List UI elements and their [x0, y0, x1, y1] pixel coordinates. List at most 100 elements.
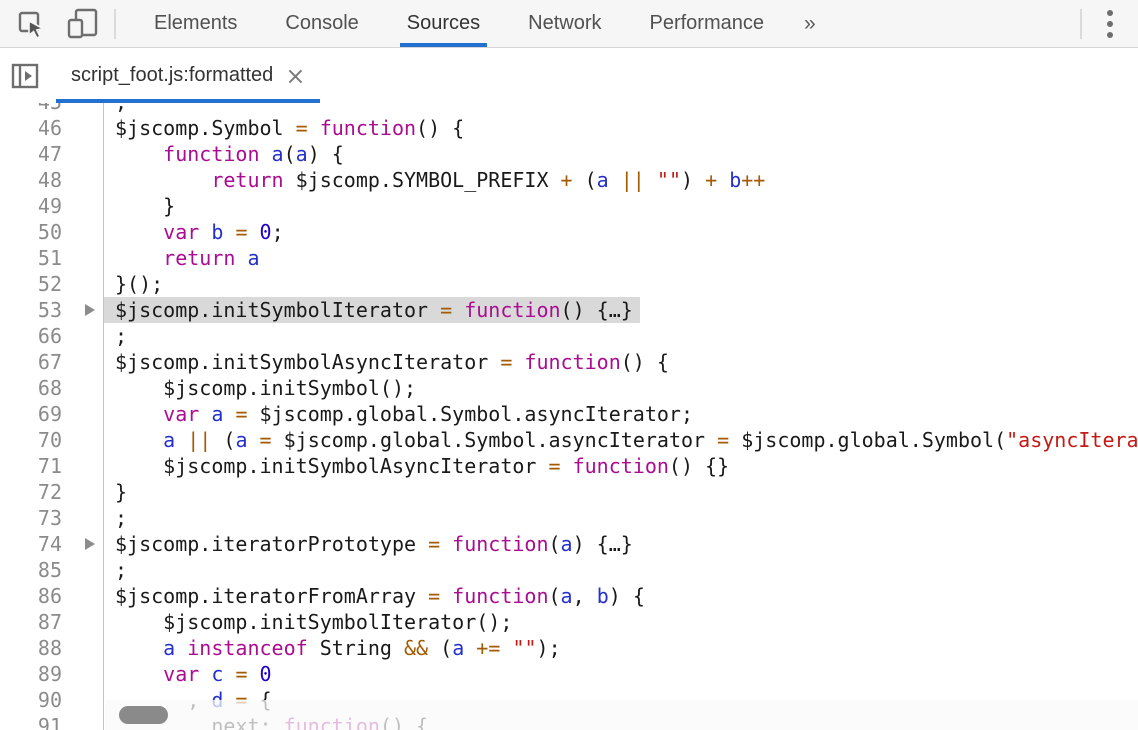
line-number[interactable]: 85	[0, 557, 62, 583]
code-text[interactable]: function a(a) {	[104, 141, 351, 167]
code-text[interactable]: return a	[104, 245, 267, 271]
customize-menu-button[interactable]	[1082, 0, 1138, 47]
line-number[interactable]: 51	[0, 245, 62, 271]
line-number[interactable]: 72	[0, 479, 62, 505]
fold-cell	[62, 349, 103, 375]
inspect-element-button[interactable]	[0, 0, 56, 47]
fold-arrow-icon[interactable]	[85, 304, 95, 316]
fold-cell	[62, 661, 103, 687]
tab-more-tabs[interactable]: »	[802, 0, 818, 47]
scrollbar-thumb[interactable]	[119, 706, 168, 724]
fold-cell	[62, 297, 103, 323]
code-line-66: 66;	[0, 323, 1138, 349]
code-text[interactable]: ;	[104, 557, 134, 583]
code-text[interactable]: var b = 0;	[104, 219, 291, 245]
code-text[interactable]: a || (a = $jscomp.global.Symbol.asyncIte…	[104, 427, 1138, 453]
kebab-menu-icon	[1107, 10, 1113, 16]
code-text[interactable]: $jscomp.initSymbolAsyncIterator = functi…	[104, 453, 736, 479]
fold-cell	[62, 167, 103, 193]
code-line-50: 50 var b = 0;	[0, 219, 1138, 245]
code-text[interactable]: }();	[104, 271, 170, 297]
tab-close-icon[interactable]: ×	[285, 64, 305, 88]
gutter: 66	[0, 323, 104, 349]
tab-network[interactable]: Network	[526, 0, 603, 47]
file-tab[interactable]: script_foot.js:formatted ×	[56, 48, 320, 103]
toolbar-right	[1080, 0, 1138, 47]
code-line-69: 69 var a = $jscomp.global.Symbol.asyncIt…	[0, 401, 1138, 427]
tab-console[interactable]: Console	[283, 0, 360, 47]
line-number[interactable]: 48	[0, 167, 62, 193]
code-line-48: 48 return $jscomp.SYMBOL_PREFIX + (a || …	[0, 167, 1138, 193]
code-text[interactable]: ;	[104, 103, 134, 115]
fold-arrow-icon[interactable]	[85, 538, 95, 550]
line-number[interactable]: 53	[0, 297, 62, 323]
code-text[interactable]: }	[104, 193, 182, 219]
fold-cell	[62, 193, 103, 219]
line-number[interactable]: 88	[0, 635, 62, 661]
code-line-53: 53 $jscomp.initSymbolIterator = function(…	[0, 297, 1138, 323]
source-editor: 45;46$jscomp.Symbol = function() {47 fun…	[0, 103, 1138, 730]
line-number[interactable]: 50	[0, 219, 62, 245]
code-text[interactable]: $jscomp.initSymbol();	[104, 375, 423, 401]
tab-sources[interactable]: Sources	[405, 0, 482, 47]
code-text[interactable]: $jscomp.initSymbolIterator();	[104, 609, 519, 635]
code-text[interactable]: ;	[104, 505, 134, 531]
line-number[interactable]: 74	[0, 531, 62, 557]
gutter: 51	[0, 245, 104, 271]
line-number[interactable]: 87	[0, 609, 62, 635]
line-number[interactable]: 71	[0, 453, 62, 479]
code-line-74: 74 $jscomp.iteratorPrototype = function(a…	[0, 531, 1138, 557]
code-line-45: 45;	[0, 103, 1138, 115]
code-text[interactable]: $jscomp.initSymbolIterator = function() …	[104, 297, 640, 323]
device-toolbar-button[interactable]	[56, 0, 114, 47]
code-text[interactable]: var c = 0	[104, 661, 279, 687]
tab-elements[interactable]: Elements	[152, 0, 239, 47]
gutter: 70	[0, 427, 104, 453]
line-number[interactable]: 91	[0, 713, 62, 730]
main-toolbar: Elements Console Sources Network Performance…	[0, 0, 1138, 48]
line-number[interactable]: 66	[0, 323, 62, 349]
line-number[interactable]: 90	[0, 687, 62, 713]
code-text[interactable]: $jscomp.iteratorFromArray = function(a, …	[104, 583, 652, 609]
editor-tabbar: script_foot.js:formatted ×	[0, 48, 1138, 103]
fold-cell	[62, 401, 103, 427]
horizontal-scrollbar[interactable]	[105, 700, 1138, 730]
line-number[interactable]: 86	[0, 583, 62, 609]
gutter: 46	[0, 115, 104, 141]
gutter: 71	[0, 453, 104, 479]
gutter: 52	[0, 271, 104, 297]
tab-performance[interactable]: Performance	[648, 0, 767, 47]
line-number[interactable]: 49	[0, 193, 62, 219]
inspect-element-icon	[16, 9, 46, 39]
gutter: 49	[0, 193, 104, 219]
code-text[interactable]: return $jscomp.SYMBOL_PREFIX + (a || "")…	[104, 167, 772, 193]
code-line-47: 47 function a(a) {	[0, 141, 1138, 167]
code-text[interactable]: $jscomp.Symbol = function() {	[104, 115, 471, 141]
code-text[interactable]: $jscomp.iteratorPrototype = function(a) …	[104, 531, 640, 557]
device-toolbar-icon	[66, 7, 100, 41]
line-number[interactable]: 89	[0, 661, 62, 687]
fold-cell	[62, 453, 103, 479]
line-number[interactable]: 67	[0, 349, 62, 375]
fold-cell	[62, 635, 103, 661]
gutter: 90	[0, 687, 104, 713]
line-number[interactable]: 45	[0, 103, 62, 115]
line-number[interactable]: 70	[0, 427, 62, 453]
code-text[interactable]: }	[104, 479, 134, 505]
navigator-toggle-button[interactable]	[10, 61, 40, 91]
line-number[interactable]: 73	[0, 505, 62, 531]
code-line-89: 89 var c = 0	[0, 661, 1138, 687]
code-text[interactable]: ;	[104, 323, 134, 349]
code-text[interactable]: $jscomp.initSymbolAsyncIterator = functi…	[104, 349, 676, 375]
line-number[interactable]: 69	[0, 401, 62, 427]
line-number[interactable]: 68	[0, 375, 62, 401]
line-number[interactable]: 52	[0, 271, 62, 297]
fold-cell	[62, 103, 103, 115]
code-text[interactable]: var a = $jscomp.global.Symbol.asyncItera…	[104, 401, 700, 427]
gutter: 48	[0, 167, 104, 193]
line-number[interactable]: 47	[0, 141, 62, 167]
line-number[interactable]: 46	[0, 115, 62, 141]
fold-cell	[62, 531, 103, 557]
gutter: 73	[0, 505, 104, 531]
code-text[interactable]: a instanceof String && (a += "");	[104, 635, 568, 661]
